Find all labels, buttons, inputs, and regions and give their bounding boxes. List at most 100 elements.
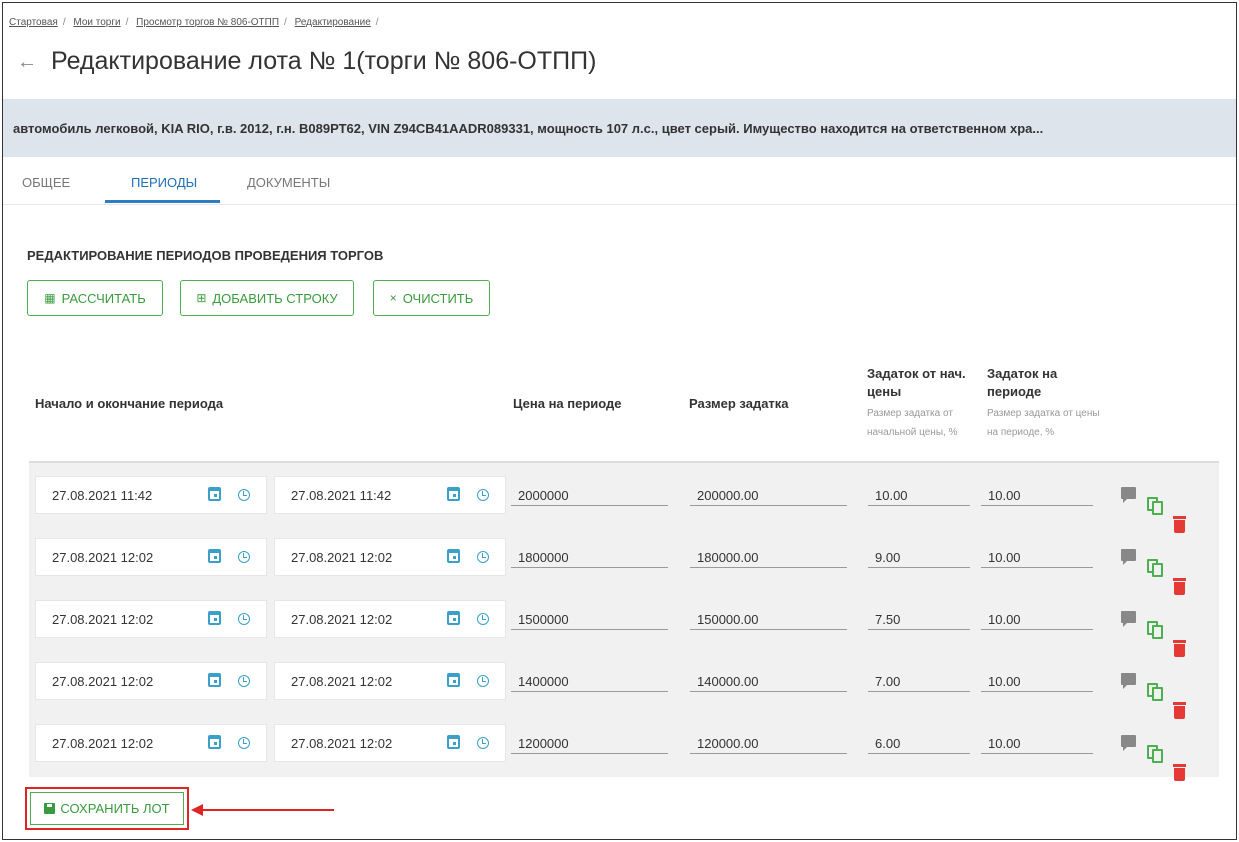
deposit-start-pct-input[interactable]: 7.00 — [868, 658, 970, 692]
price-input[interactable]: 2000000 — [511, 472, 668, 506]
clock-icon[interactable] — [477, 675, 489, 687]
breadcrumb-my-auctions[interactable]: Мои торги — [73, 17, 120, 28]
calendar-icon[interactable] — [208, 549, 221, 563]
column-header-deposit: Размер задатка — [689, 396, 789, 411]
breadcrumb-home[interactable]: Стартовая — [9, 17, 58, 28]
period-start-field[interactable]: 27.08.2021 12:02 — [35, 724, 267, 762]
clear-button[interactable]: × ОЧИСТИТЬ — [373, 280, 490, 316]
delete-icon[interactable] — [1173, 516, 1186, 533]
calendar-icon[interactable] — [447, 735, 460, 749]
period-start-value: 27.08.2021 11:42 — [52, 487, 153, 503]
period-end-field[interactable]: 27.08.2021 12:02 — [274, 538, 506, 576]
calendar-icon[interactable] — [447, 611, 460, 625]
calendar-icon[interactable] — [208, 487, 221, 501]
comment-icon[interactable] — [1121, 611, 1136, 627]
comment-icon[interactable] — [1121, 549, 1136, 565]
period-start-value: 27.08.2021 12:02 — [52, 673, 154, 689]
column-header-deposit-start-pct-title: Задаток от нач. цены — [867, 366, 966, 399]
copy-icon[interactable] — [1147, 683, 1163, 701]
close-icon: × — [389, 291, 397, 305]
clock-icon[interactable] — [477, 737, 489, 749]
table-row: 27.08.2021 11:42 27.08.2021 11:42 200000… — [29, 470, 1219, 533]
calendar-icon[interactable] — [447, 549, 460, 563]
calendar-icon[interactable] — [208, 673, 221, 687]
annotation-arrow — [191, 804, 334, 816]
clock-icon[interactable] — [238, 737, 250, 749]
deposit-start-pct-input[interactable]: 10.00 — [868, 472, 970, 506]
clear-label: ОЧИСТИТЬ — [402, 290, 474, 306]
save-highlight-box: СОХРАНИТЬ ЛОТ — [25, 787, 189, 830]
calendar-icon[interactable] — [447, 487, 460, 501]
table-row: 27.08.2021 12:02 27.08.2021 12:02 140000… — [29, 656, 1219, 719]
deposit-start-pct-input[interactable]: 6.00 — [868, 720, 970, 754]
clock-icon[interactable] — [238, 675, 250, 687]
clock-icon[interactable] — [477, 551, 489, 563]
calculate-button[interactable]: ▦ РАССЧИТАТЬ — [27, 280, 163, 316]
periods-table: 27.08.2021 11:42 27.08.2021 11:42 200000… — [29, 461, 1219, 781]
calendar-icon[interactable] — [208, 611, 221, 625]
column-header-deposit-period-pct: Задаток на периоде Размер задатка от цен… — [987, 365, 1109, 442]
delete-icon[interactable] — [1173, 702, 1186, 719]
comment-icon[interactable] — [1121, 673, 1136, 689]
comment-icon[interactable] — [1121, 487, 1136, 503]
title-row: ← Редактирование лота № 1(торги № 806-ОТ… — [17, 47, 596, 76]
deposit-period-pct-input[interactable]: 10.00 — [981, 534, 1093, 568]
period-start-field[interactable]: 27.08.2021 12:02 — [35, 538, 267, 576]
period-start-field[interactable]: 27.08.2021 12:02 — [35, 662, 267, 700]
column-header-deposit-period-pct-sub: Размер задатка от цены на периоде, % — [987, 408, 1100, 438]
back-arrow-icon[interactable]: ← — [17, 52, 37, 72]
deposit-period-pct-input[interactable]: 10.00 — [981, 720, 1093, 754]
price-input[interactable]: 1200000 — [511, 720, 668, 754]
copy-icon[interactable] — [1147, 621, 1163, 639]
tab-bar: ОБЩЕЕ ПЕРИОДЫ ДОКУМЕНТЫ — [3, 157, 1236, 205]
lot-description-banner: автомобиль легковой, KIA RIO, г.в. 2012,… — [3, 99, 1236, 157]
period-start-value: 27.08.2021 12:02 — [52, 549, 154, 565]
delete-icon[interactable] — [1173, 578, 1186, 595]
period-end-field[interactable]: 27.08.2021 12:02 — [274, 662, 506, 700]
tab-general[interactable]: ОБЩЕЕ — [22, 175, 70, 190]
save-lot-label: СОХРАНИТЬ ЛОТ — [60, 801, 170, 816]
delete-icon[interactable] — [1173, 764, 1186, 781]
breadcrumb: Стартовая / Мои торги / Просмотр торгов № … — [9, 17, 379, 28]
comment-icon[interactable] — [1121, 735, 1136, 751]
deposit-input[interactable]: 150000.00 — [690, 596, 847, 630]
deposit-input[interactable]: 200000.00 — [690, 472, 847, 506]
deposit-period-pct-input[interactable]: 10.00 — [981, 472, 1093, 506]
tab-documents[interactable]: ДОКУМЕНТЫ — [247, 175, 330, 190]
clock-icon[interactable] — [477, 613, 489, 625]
period-start-field[interactable]: 27.08.2021 11:42 — [35, 476, 267, 514]
copy-icon[interactable] — [1147, 497, 1163, 515]
clock-icon[interactable] — [238, 551, 250, 563]
breadcrumb-view-auction[interactable]: Просмотр торгов № 806-ОТПП — [136, 17, 279, 28]
save-lot-button[interactable]: СОХРАНИТЬ ЛОТ — [30, 792, 184, 825]
deposit-period-pct-input[interactable]: 10.00 — [981, 658, 1093, 692]
add-row-button[interactable]: ⊞ ДОБАВИТЬ СТРОКУ — [180, 280, 354, 316]
price-input[interactable]: 1800000 — [511, 534, 668, 568]
clock-icon[interactable] — [477, 489, 489, 501]
deposit-input[interactable]: 140000.00 — [690, 658, 847, 692]
copy-icon[interactable] — [1147, 745, 1163, 763]
table-row: 27.08.2021 12:02 27.08.2021 12:02 180000… — [29, 532, 1219, 595]
deposit-start-pct-input[interactable]: 9.00 — [868, 534, 970, 568]
deposit-input[interactable]: 120000.00 — [690, 720, 847, 754]
period-end-value: 27.08.2021 12:02 — [291, 673, 393, 689]
breadcrumb-edit[interactable]: Редактирование — [295, 17, 371, 28]
calendar-icon[interactable] — [447, 673, 460, 687]
clock-icon[interactable] — [238, 613, 250, 625]
price-input[interactable]: 1500000 — [511, 596, 668, 630]
column-header-deposit-start-pct: Задаток от нач. цены Размер задатка от н… — [867, 365, 989, 442]
deposit-period-pct-input[interactable]: 10.00 — [981, 596, 1093, 630]
clock-icon[interactable] — [238, 489, 250, 501]
period-start-field[interactable]: 27.08.2021 12:02 — [35, 600, 267, 638]
deposit-input[interactable]: 180000.00 — [690, 534, 847, 568]
delete-icon[interactable] — [1173, 640, 1186, 657]
period-end-field[interactable]: 27.08.2021 12:02 — [274, 600, 506, 638]
copy-icon[interactable] — [1147, 559, 1163, 577]
period-end-field[interactable]: 27.08.2021 12:02 — [274, 724, 506, 762]
deposit-start-pct-input[interactable]: 7.50 — [868, 596, 970, 630]
price-input[interactable]: 1400000 — [511, 658, 668, 692]
period-end-field[interactable]: 27.08.2021 11:42 — [274, 476, 506, 514]
calendar-icon[interactable] — [208, 735, 221, 749]
column-header-deposit-start-pct-sub: Размер задатка от начальной цены, % — [867, 408, 958, 438]
tab-periods[interactable]: ПЕРИОДЫ — [131, 175, 197, 190]
